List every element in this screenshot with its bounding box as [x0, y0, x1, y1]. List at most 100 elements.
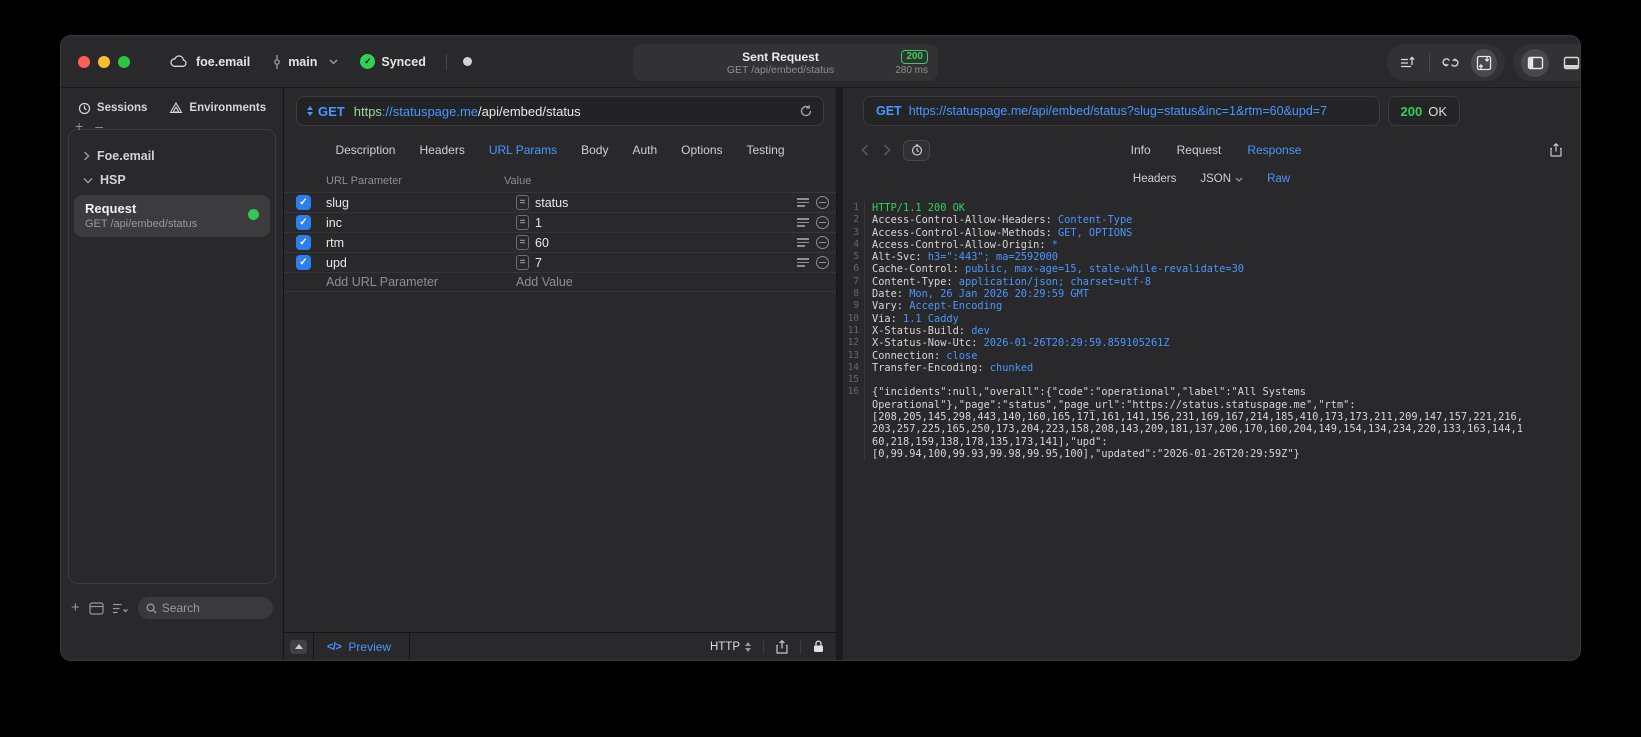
response-line: [0,99.94,100,99.93,99.98,99.95,100],"upd… — [843, 447, 1580, 461]
tab-environments[interactable]: Environments — [169, 101, 266, 115]
history-back-button[interactable] — [861, 144, 869, 156]
sort-options-button[interactable] — [112, 603, 129, 614]
tab-sessions[interactable]: Sessions — [78, 102, 147, 115]
tab-body[interactable]: Body — [581, 143, 608, 157]
response-line: 3 Access-Control-Allow-Methods: GET, OPTI… — [843, 226, 1580, 239]
unsaved-indicator-dot — [462, 57, 472, 66]
remove-param-icon[interactable] — [816, 236, 829, 249]
line-number: 12 — [843, 337, 865, 350]
response-status-text: OK — [1428, 103, 1447, 119]
request-item-subtitle: GET /api/embed/status — [85, 218, 198, 230]
line-number — [843, 435, 865, 448]
param-name-input[interactable]: upd — [326, 256, 516, 270]
lock-button[interactable] — [801, 640, 836, 653]
url-path: /api/embed/status — [478, 103, 581, 119]
resp-subtab-json[interactable]: JSON — [1200, 173, 1243, 185]
param-value-input[interactable]: 60 — [535, 236, 549, 250]
param-row-rtm: ✓ rtm = 60 — [284, 232, 836, 252]
param-checkbox[interactable]: ✓ — [296, 255, 311, 270]
resp-subtab-headers[interactable]: Headers — [1133, 173, 1176, 185]
param-checkbox[interactable]: ✓ — [296, 235, 311, 250]
toggle-bottom-panel-button[interactable] — [1557, 49, 1580, 77]
line-content: Access-Control-Allow-Methods: GET, OPTIO… — [872, 226, 1133, 239]
sent-request-status-pill[interactable]: Sent Request GET /api/embed/status 200 2… — [633, 44, 938, 81]
preview-button[interactable]: </> Preview — [314, 633, 411, 660]
sidebar: Sessions Environments + – Foe.email HSP … — [61, 88, 284, 660]
request-method[interactable]: GET — [318, 104, 345, 119]
search-icon — [146, 603, 157, 614]
resp-tab-info[interactable]: Info — [1131, 143, 1151, 157]
line-content: Alt-Svc: h3=":443"; ma=2592000 — [872, 251, 1058, 264]
main-area: Sessions Environments + – Foe.email HSP … — [61, 88, 1580, 660]
resp-subtab-raw[interactable]: Raw — [1267, 173, 1290, 185]
collapse-panel-button[interactable] — [284, 633, 314, 660]
line-content: Access-Control-Allow-Origin: * — [872, 238, 1058, 251]
param-name-input[interactable]: inc — [326, 216, 516, 230]
line-number: 16 — [843, 386, 865, 399]
param-checkbox[interactable]: ✓ — [296, 195, 311, 210]
new-group-button[interactable] — [89, 601, 104, 615]
remove-param-icon[interactable] — [816, 196, 829, 209]
param-checkbox[interactable]: ✓ — [296, 215, 311, 230]
sync-status[interactable]: ✓ Synced — [360, 54, 426, 69]
chevron-down-icon — [329, 58, 338, 65]
request-list-item-selected[interactable]: Request GET /api/embed/status — [74, 195, 270, 237]
toggle-sidebar-button[interactable] — [1521, 48, 1549, 77]
remove-param-icon[interactable] — [816, 216, 829, 229]
tree-group-foe-email[interactable]: Foe.email — [69, 144, 275, 168]
add-session-button[interactable]: + — [75, 119, 83, 134]
add-param-name-placeholder[interactable]: Add URL Parameter — [326, 275, 516, 289]
value-options-icon[interactable] — [797, 198, 809, 207]
tab-testing[interactable]: Testing — [747, 143, 785, 157]
sent-request-url-box[interactable]: GET https://statuspage.me/api/embed/stat… — [863, 96, 1380, 126]
add-param-row[interactable]: Add URL Parameter Add Value — [284, 272, 836, 292]
resp-tab-response[interactable]: Response — [1247, 143, 1301, 157]
tree-group-hsp[interactable]: HSP — [69, 168, 275, 192]
share-response-button[interactable] — [1550, 143, 1562, 157]
share-request-button[interactable] — [764, 639, 800, 654]
tab-options[interactable]: Options — [681, 143, 722, 157]
export-list-button[interactable] — [1395, 49, 1421, 77]
project-menu[interactable]: foe.email — [170, 55, 250, 69]
value-options-icon[interactable] — [797, 238, 809, 247]
request-url-field[interactable]: GET https://statuspage.me/api/embed/stat… — [296, 96, 824, 126]
resend-request-icon[interactable] — [799, 104, 813, 118]
param-value-input[interactable]: 1 — [535, 216, 542, 230]
value-options-icon[interactable] — [797, 218, 809, 227]
line-content: X-Status-Build: dev — [872, 324, 990, 337]
line-number: 13 — [843, 349, 865, 362]
param-name-input[interactable]: rtm — [326, 236, 516, 250]
close-window-button[interactable] — [78, 55, 90, 68]
zoom-window-button[interactable] — [118, 55, 130, 68]
line-number: 10 — [843, 312, 865, 325]
chevron-right-icon — [83, 151, 90, 161]
sidebar-search-field[interactable]: Search — [137, 597, 273, 619]
response-line: [208,205,145,298,443,140,160,165,171,161… — [843, 411, 1580, 424]
tab-url-params[interactable]: URL Params — [489, 143, 557, 157]
add-param-value-placeholder[interactable]: Add Value — [516, 275, 573, 289]
remove-param-icon[interactable] — [816, 256, 829, 269]
response-raw-view[interactable]: 1 HTTP/1.1 200 OK 2 Access-Control-Allow-He… — [843, 192, 1580, 660]
history-forward-button[interactable] — [883, 144, 891, 156]
history-timer-button[interactable] — [903, 139, 930, 161]
method-stepper-icon[interactable] — [307, 106, 313, 116]
request-url-text[interactable]: https://statuspage.me/api/embed/status — [354, 104, 581, 119]
tab-auth[interactable]: Auth — [632, 143, 657, 157]
value-options-icon[interactable] — [797, 258, 809, 267]
branch-menu[interactable]: main — [272, 54, 338, 69]
add-request-button[interactable]: + — [71, 600, 80, 615]
remove-session-button[interactable]: – — [95, 119, 103, 134]
tab-description[interactable]: Description — [335, 143, 395, 157]
protocol-selector[interactable]: HTTP — [698, 641, 763, 653]
param-value-input[interactable]: status — [535, 196, 568, 210]
param-name-input[interactable]: slug — [326, 196, 516, 210]
sent-request-text: Sent Request GET /api/embed/status — [633, 50, 876, 76]
resp-tab-request[interactable]: Request — [1177, 143, 1222, 157]
sync-loop-button[interactable] — [1438, 49, 1464, 77]
equals-icon: = — [516, 235, 529, 250]
request-response-panel-button[interactable] — [1471, 48, 1497, 77]
line-number — [843, 411, 865, 424]
tab-headers[interactable]: Headers — [419, 143, 464, 157]
minimize-window-button[interactable] — [98, 55, 110, 68]
param-value-input[interactable]: 7 — [535, 256, 542, 270]
